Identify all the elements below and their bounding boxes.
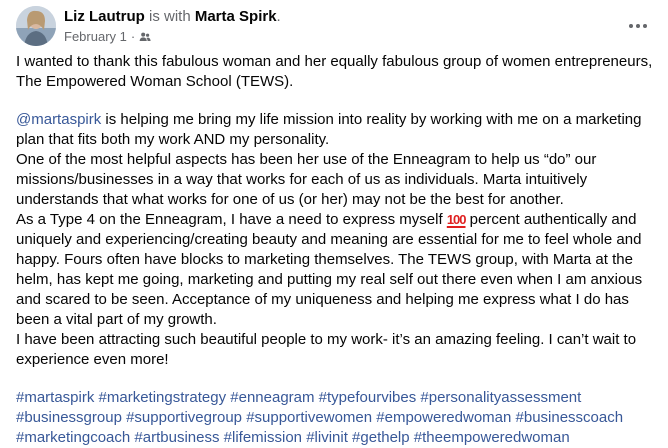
date-separator: ·	[130, 29, 136, 44]
hashtag-link[interactable]: #marketingstrategy	[99, 389, 227, 406]
facebook-post: Liz Lautrup is with Marta Spirk. Februar…	[0, 0, 668, 446]
hashtag-link[interactable]: #supportivegroup	[126, 409, 242, 426]
tagged-person-name[interactable]: Marta Spirk	[195, 8, 277, 25]
mention-link[interactable]: @martaspirk	[16, 111, 101, 128]
post-paragraph: I wanted to thank this fabulous woman an…	[16, 53, 653, 90]
hundred-points-emoji-icon: 100	[446, 212, 467, 227]
hashtag-link[interactable]: #businessgroup	[16, 409, 122, 426]
more-options-icon	[629, 24, 633, 28]
post-subtitle: February 1 ·	[64, 29, 281, 45]
post-paragraph: One of the most helpful aspects has been…	[16, 151, 597, 208]
friends-icon[interactable]	[139, 31, 151, 43]
post-paragraph: As a Type 4 on the Enneagram, I have a n…	[16, 210, 658, 330]
post-header: Liz Lautrup is with Marta Spirk. Februar…	[16, 6, 656, 46]
author-name[interactable]: Liz Lautrup	[64, 8, 145, 25]
hashtag-link[interactable]: #marketingcoach	[16, 429, 130, 446]
post-paragraph: I have been attracting such beautiful pe…	[16, 331, 637, 368]
hashtag-link[interactable]: #personalityassessment	[420, 389, 581, 406]
hashtag-list: #martaspirk #marketingstrategy #enneagra…	[16, 388, 658, 448]
hashtag-link[interactable]: #lifemission	[224, 429, 302, 446]
more-options-icon-dot	[636, 24, 640, 28]
hashtag-link[interactable]: #enneagram	[230, 389, 314, 406]
post-title-line: Liz Lautrup is with Marta Spirk.	[64, 7, 281, 27]
hashtag-link[interactable]: #theempoweredwoman	[414, 429, 570, 446]
more-options-icon-dot	[643, 24, 647, 28]
post-date[interactable]: February 1	[64, 29, 127, 45]
hashtag-link[interactable]: #typefourvibes	[319, 389, 417, 406]
hashtag-link[interactable]: #artbusiness	[134, 429, 219, 446]
paragraph-text: As a Type 4 on the Enneagram, I have a n…	[16, 211, 447, 228]
post-paragraph: @martaspirk is helping me bring my life …	[16, 110, 658, 150]
paragraph-text: percent authentically and uniquely and e…	[16, 211, 643, 328]
post-body: I wanted to thank this fabulous woman an…	[16, 52, 658, 448]
hashtag-link[interactable]: #livinit	[306, 429, 348, 446]
profile-photo-icon	[16, 6, 56, 46]
more-options-button[interactable]	[624, 12, 652, 40]
hashtag-link[interactable]: #businesscoach	[516, 409, 624, 426]
post-meta: Liz Lautrup is with Marta Spirk. Februar…	[64, 7, 281, 45]
with-text: is with	[144, 8, 195, 25]
avatar[interactable]	[16, 6, 56, 46]
hashtag-link[interactable]: #martaspirk	[16, 389, 94, 406]
hashtag-link[interactable]: #supportivewomen	[246, 409, 372, 426]
hashtag-link[interactable]: #gethelp	[352, 429, 410, 446]
title-period: .	[276, 8, 281, 25]
paragraph-text: is helping me bring my life mission into…	[16, 111, 642, 148]
hashtag-link[interactable]: #empoweredwoman	[376, 409, 511, 426]
